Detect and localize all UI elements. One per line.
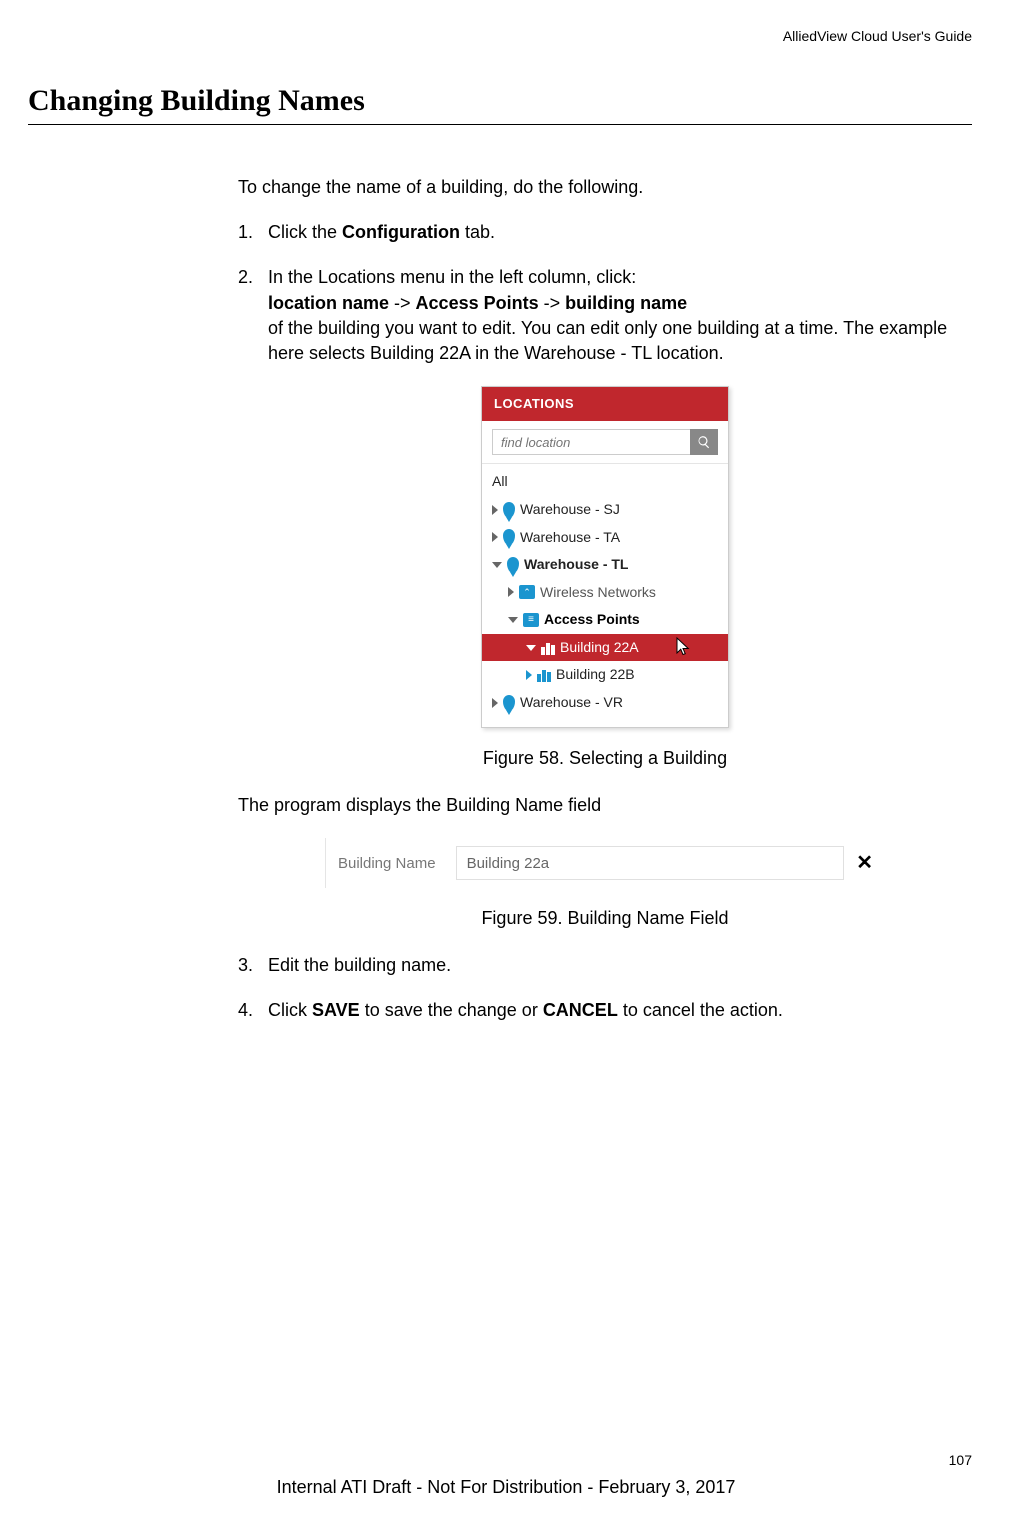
figure-59-caption: Figure 59. Building Name Field — [238, 906, 972, 931]
step-2-b1: location name — [268, 293, 389, 313]
tree-b22b-label: Building 22B — [556, 665, 635, 685]
location-pin-icon — [503, 529, 515, 545]
locations-panel: LOCATIONS All Warehouse - SJ Warehouse -… — [481, 386, 729, 728]
step-2-a1: -> — [389, 293, 416, 313]
chevron-down-icon — [508, 617, 518, 623]
tree-all-label: All — [492, 472, 508, 492]
tree-aps-label: Access Points — [544, 610, 640, 630]
tree-vr-label: Warehouse - VR — [520, 693, 623, 713]
building-name-input[interactable] — [456, 846, 845, 880]
find-location-input[interactable] — [492, 429, 691, 455]
chevron-right-icon — [492, 698, 498, 708]
content-body: To change the name of a building, do the… — [238, 175, 972, 1024]
step-2-a2: -> — [539, 293, 566, 313]
step-2-number: 2. — [238, 265, 268, 366]
chevron-right-icon — [508, 587, 514, 597]
step-1-pre: Click the — [268, 222, 342, 242]
step-4-body: Click SAVE to save the change or CANCEL … — [268, 998, 972, 1023]
step-4-number: 4. — [238, 998, 268, 1023]
tree-item-access-points[interactable]: ≡ Access Points — [482, 606, 728, 634]
tree-item-warehouse-vr[interactable]: Warehouse - VR — [482, 689, 728, 717]
building-name-field-row: Building Name ✕ — [325, 838, 885, 888]
chevron-right-icon — [526, 670, 532, 680]
clear-button[interactable]: ✕ — [856, 849, 873, 877]
tree-tl-label: Warehouse - TL — [524, 555, 629, 575]
building-name-label: Building Name — [338, 853, 436, 874]
step-2-b2: Access Points — [416, 293, 539, 313]
step-3-body: Edit the building name. — [268, 953, 972, 978]
location-pin-icon — [503, 695, 515, 711]
step-1-post: tab. — [460, 222, 495, 242]
chevron-right-icon — [492, 505, 498, 515]
access-point-icon: ≡ — [523, 613, 539, 627]
location-pin-icon — [503, 502, 515, 518]
section-title: Changing Building Names — [28, 84, 972, 125]
step-4-b2: CANCEL — [543, 1000, 618, 1020]
tree-item-building-22a[interactable]: Building 22A — [482, 634, 728, 662]
chevron-down-icon — [526, 645, 536, 651]
step-4-mid: to save the change or — [360, 1000, 543, 1020]
wifi-icon: ⌃ — [519, 585, 535, 599]
location-pin-icon — [507, 557, 519, 573]
step-2-rest: of the building you want to edit. You ca… — [268, 318, 947, 363]
tree-item-warehouse-ta[interactable]: Warehouse - TA — [482, 524, 728, 552]
step-4: 4. Click SAVE to save the change or CANC… — [238, 998, 972, 1023]
intro-text: To change the name of a building, do the… — [238, 175, 972, 200]
page-number: 107 — [949, 1452, 972, 1468]
tree-item-wireless-networks[interactable]: ⌃ Wireless Networks — [482, 579, 728, 607]
step-1-bold: Configuration — [342, 222, 460, 242]
step-4-b1: SAVE — [312, 1000, 360, 1020]
step-2: 2. In the Locations menu in the left col… — [238, 265, 972, 366]
tree-wireless-label: Wireless Networks — [540, 583, 656, 603]
tree-sj-label: Warehouse - SJ — [520, 500, 620, 520]
locations-search-row — [482, 421, 728, 464]
step-4-pre: Click — [268, 1000, 312, 1020]
step-1-body: Click the Configuration tab. — [268, 220, 972, 245]
step-3-number: 3. — [238, 953, 268, 978]
figure-58-caption: Figure 58. Selecting a Building — [238, 746, 972, 771]
step-2-body: In the Locations menu in the left column… — [268, 265, 972, 366]
search-button[interactable] — [690, 429, 718, 455]
tree-item-warehouse-tl[interactable]: Warehouse - TL — [482, 551, 728, 579]
after-figure1-text: The program displays the Building Name f… — [238, 793, 972, 818]
tree-item-all[interactable]: All — [482, 468, 728, 496]
chevron-right-icon — [492, 532, 498, 542]
tree-item-building-22b[interactable]: Building 22B — [482, 661, 728, 689]
step-2-line1: In the Locations menu in the left column… — [268, 267, 636, 287]
building-icon — [541, 641, 555, 655]
chevron-down-icon — [492, 562, 502, 568]
locations-tree: All Warehouse - SJ Warehouse - TA Wareho… — [482, 464, 728, 726]
header-guide-title: AlliedView Cloud User's Guide — [28, 28, 972, 44]
search-icon — [697, 435, 711, 449]
cursor-icon — [674, 636, 692, 658]
step-1: 1. Click the Configuration tab. — [238, 220, 972, 245]
tree-b22a-label: Building 22A — [560, 638, 639, 658]
step-1-number: 1. — [238, 220, 268, 245]
tree-ta-label: Warehouse - TA — [520, 528, 620, 548]
building-icon — [537, 668, 551, 682]
footer-draft-notice: Internal ATI Draft - Not For Distributio… — [0, 1477, 1012, 1498]
step-2-b3: building name — [565, 293, 687, 313]
locations-header: LOCATIONS — [482, 387, 728, 421]
tree-item-warehouse-sj[interactable]: Warehouse - SJ — [482, 496, 728, 524]
step-4-post: to cancel the action. — [618, 1000, 783, 1020]
step-3: 3. Edit the building name. — [238, 953, 972, 978]
